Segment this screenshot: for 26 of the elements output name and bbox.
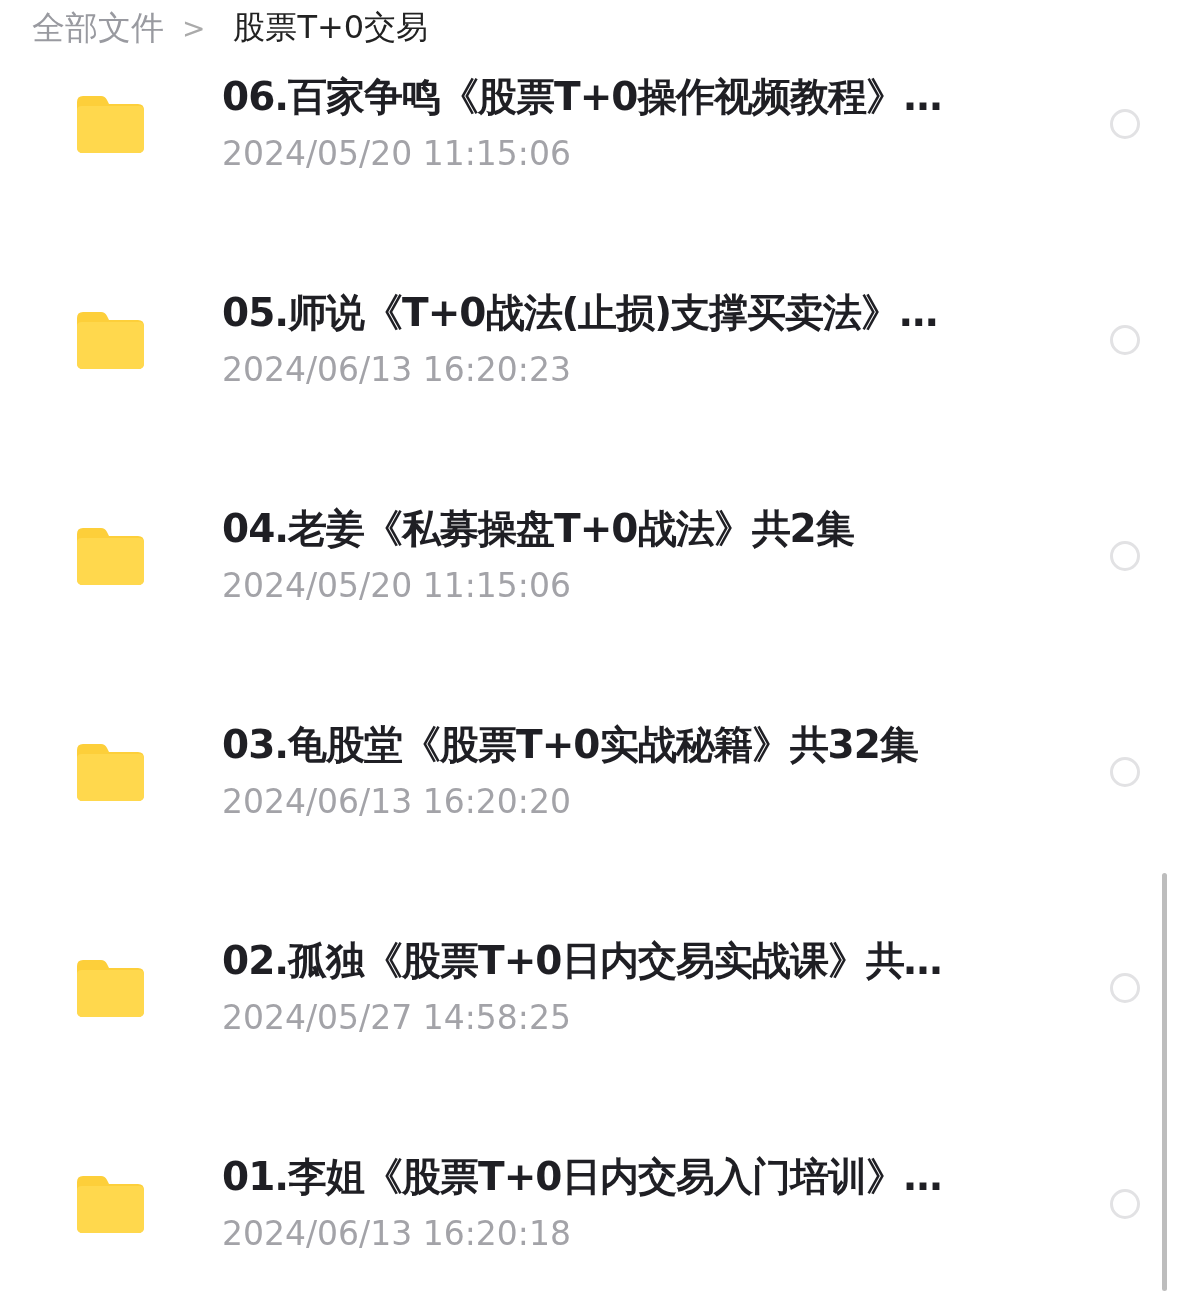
modified-time: 2024/05/20 11:15:06 [222,133,572,175]
select-radio[interactable] [1110,757,1140,787]
folder-icon [77,311,144,369]
folder-name[interactable]: 05.师说《T+0战法(止损)支撑买卖法》… [222,288,1042,338]
folder-name[interactable]: 03.龟股堂《股票T+0实战秘籍》共32集 [222,720,1042,770]
folder-icon [77,95,144,153]
folder-icon [77,1175,144,1233]
folder-icon [77,959,144,1017]
folder-name[interactable]: 01.李姐《股票T+0日内交易入门培训》… [222,1152,1042,1202]
modified-time: 2024/05/27 14:58:25 [222,997,572,1039]
breadcrumb-separator: > [182,11,206,45]
modified-time: 2024/05/20 11:15:06 [222,565,572,607]
select-radio[interactable] [1110,541,1140,571]
select-radio[interactable] [1110,973,1140,1003]
folder-icon [77,527,144,585]
folder-icon [77,743,144,801]
modified-time: 2024/06/13 16:20:20 [222,781,572,823]
select-radio[interactable] [1110,109,1140,139]
modified-time: 2024/06/13 16:20:18 [222,1213,572,1255]
breadcrumb-item[interactable]: 股票T+0交易 [233,6,429,50]
folder-name[interactable]: 04.老姜《私募操盘T+0战法》共2集 [222,504,1042,554]
folder-name[interactable]: 06.百家争鸣《股票T+0操作视频教程》… [222,72,1042,122]
select-radio[interactable] [1110,1189,1140,1219]
select-radio[interactable] [1110,325,1140,355]
folder-name[interactable]: 02.孤独《股票T+0日内交易实战课》共… [222,936,1042,986]
modified-time: 2024/06/13 16:20:23 [222,349,572,391]
